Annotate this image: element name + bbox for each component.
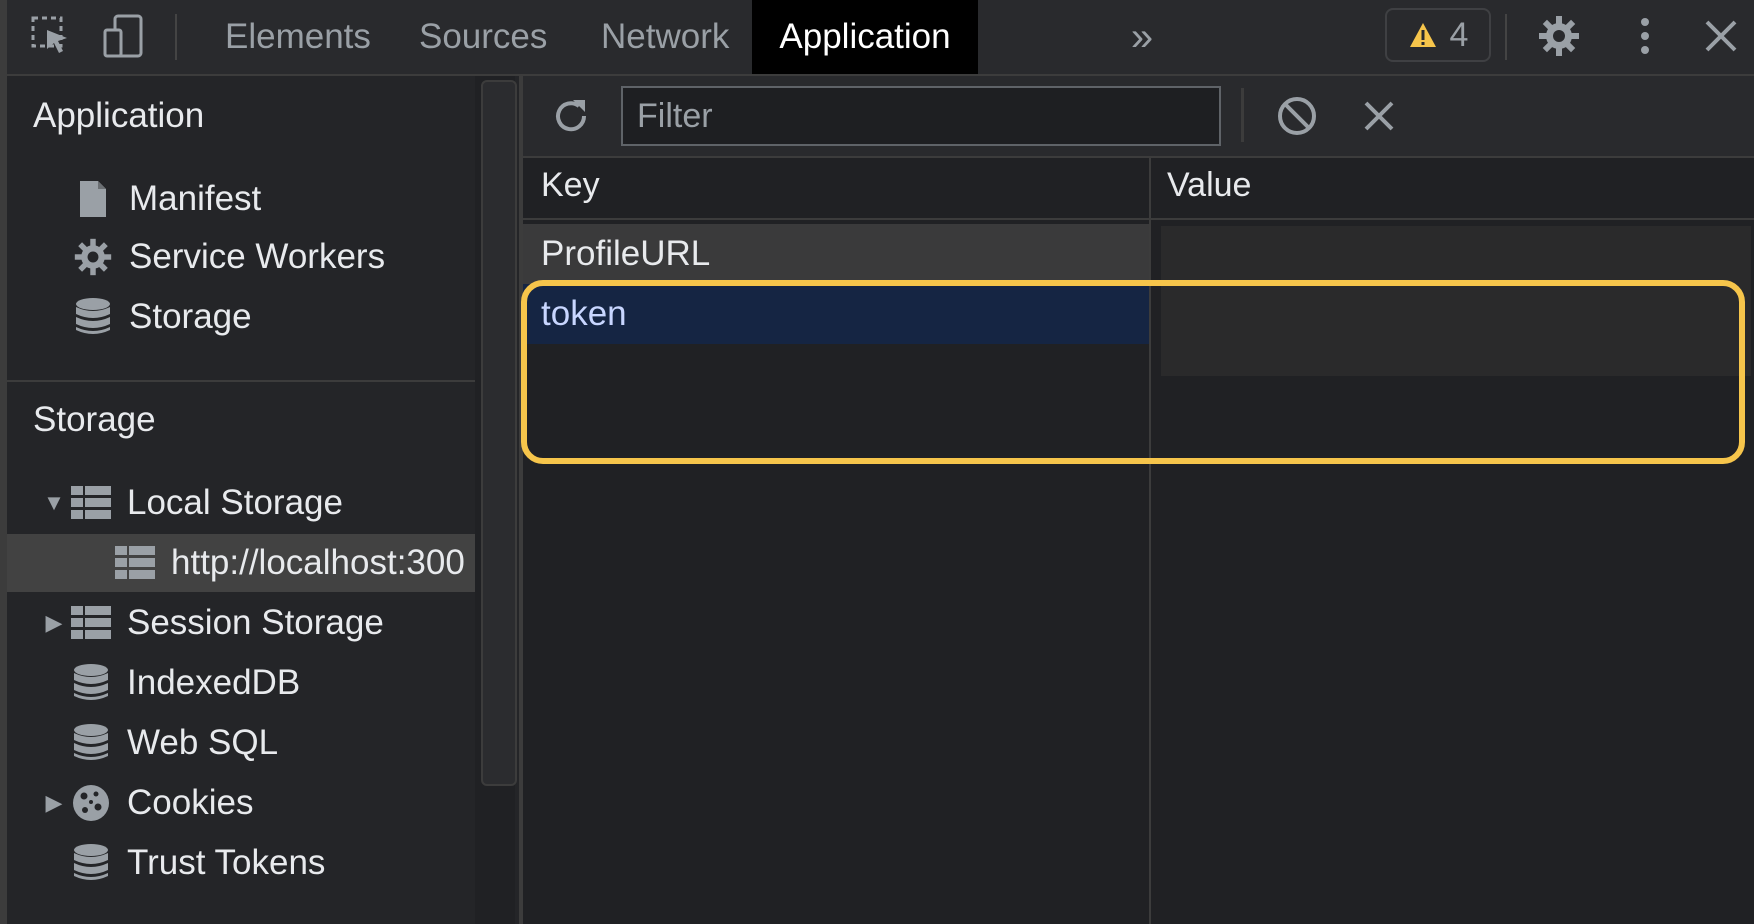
table-header: Key Value bbox=[523, 158, 1754, 220]
column-header-key[interactable]: Key bbox=[541, 166, 600, 205]
sidebar-item-label: Session Storage bbox=[127, 603, 384, 642]
warnings-badge[interactable]: 4 bbox=[1385, 8, 1491, 62]
table-grid-icon bbox=[113, 541, 157, 585]
tab-sources[interactable]: Sources bbox=[385, 0, 581, 74]
sidebar-item-cookies[interactable]: ▶ Cookies bbox=[7, 774, 475, 832]
database-icon bbox=[69, 841, 113, 885]
cookie-icon bbox=[69, 781, 113, 825]
storage-toolbar: Filter bbox=[523, 76, 1754, 158]
sidebar-item-session-storage[interactable]: ▶ Session Storage bbox=[7, 594, 475, 652]
column-header-value[interactable]: Value bbox=[1167, 166, 1251, 205]
storage-view-panel: Filter Key Value ProfileURL token bbox=[521, 76, 1754, 924]
sidebar-item-service-workers[interactable]: Service Workers bbox=[7, 228, 475, 286]
table-row[interactable]: ProfileURL bbox=[523, 224, 1149, 284]
inspect-element-icon[interactable] bbox=[27, 12, 75, 60]
toolbar-divider bbox=[175, 14, 177, 60]
collapsed-arrow-icon[interactable]: ▶ bbox=[39, 610, 69, 636]
sidebar-item-label: http://localhost:300 bbox=[171, 543, 465, 582]
sidebar-item-label: Cookies bbox=[127, 783, 254, 822]
sidebar-item-local-origin[interactable]: http://localhost:300 bbox=[7, 534, 475, 592]
settings-gear-icon[interactable] bbox=[1535, 12, 1583, 60]
gear-icon bbox=[71, 235, 115, 279]
sidebar-item-label: Local Storage bbox=[127, 483, 343, 522]
sidebar-item-label: Web SQL bbox=[127, 723, 279, 762]
database-icon bbox=[71, 295, 115, 339]
warning-count: 4 bbox=[1449, 15, 1469, 54]
close-devtools-icon[interactable] bbox=[1697, 12, 1745, 60]
database-icon bbox=[69, 721, 113, 765]
sidebar-item-manifest[interactable]: Manifest bbox=[7, 170, 475, 228]
sidebar-item-trust-tokens[interactable]: Trust Tokens bbox=[7, 834, 475, 892]
row-key: ProfileURL bbox=[541, 234, 711, 273]
expanded-arrow-icon[interactable]: ▼ bbox=[39, 490, 69, 516]
refresh-icon[interactable] bbox=[547, 92, 595, 140]
sidebar-scrollbar-thumb[interactable] bbox=[481, 80, 517, 786]
tab-network[interactable]: Network bbox=[567, 0, 763, 74]
sidebar-section-application: Application bbox=[33, 96, 205, 135]
sidebar-item-storage[interactable]: Storage bbox=[7, 288, 475, 346]
sidebar-item-label: Manifest bbox=[129, 179, 262, 218]
more-tabs-button[interactable]: » bbox=[1117, 0, 1167, 74]
highlight-annotation-box bbox=[521, 280, 1745, 464]
sidebar-item-web-sql[interactable]: Web SQL bbox=[7, 714, 475, 772]
tab-application[interactable]: Application bbox=[752, 0, 978, 74]
sidebar-item-indexeddb[interactable]: IndexedDB bbox=[7, 654, 475, 712]
window-left-edge bbox=[0, 0, 7, 924]
collapsed-arrow-icon[interactable]: ▶ bbox=[39, 790, 69, 816]
document-icon bbox=[71, 177, 115, 221]
storage-table: Key Value ProfileURL token bbox=[521, 158, 1754, 924]
delete-selected-icon[interactable] bbox=[1355, 92, 1403, 140]
more-options-kebab-icon[interactable] bbox=[1621, 12, 1669, 60]
sidebar-section-storage: Storage bbox=[33, 400, 156, 439]
clear-all-icon[interactable] bbox=[1273, 92, 1321, 140]
sidebar-item-label: Trust Tokens bbox=[127, 843, 326, 882]
warning-icon bbox=[1409, 23, 1436, 47]
toolbar-divider bbox=[1505, 14, 1507, 60]
sidebar-item-local-storage[interactable]: ▼ Local Storage bbox=[7, 474, 475, 532]
device-toolbar-icon[interactable] bbox=[99, 12, 147, 60]
table-grid-icon bbox=[69, 601, 113, 645]
sidebar-item-label: IndexedDB bbox=[127, 663, 301, 702]
devtools-window: Elements Sources Network Application » 4… bbox=[7, 0, 1754, 924]
toolbar-divider bbox=[1241, 88, 1244, 142]
sidebar-item-label: Storage bbox=[129, 297, 252, 336]
table-grid-icon bbox=[69, 481, 113, 525]
database-icon bbox=[69, 661, 113, 705]
column-divider[interactable] bbox=[1149, 158, 1151, 924]
filter-input[interactable]: Filter bbox=[621, 86, 1221, 146]
sidebar-item-label: Service Workers bbox=[129, 237, 386, 276]
application-sidebar: Application Manifest Service Workers Sto… bbox=[7, 76, 475, 924]
devtools-toolbar: Elements Sources Network Application » 4 bbox=[7, 0, 1754, 76]
tab-elements[interactable]: Elements bbox=[191, 0, 405, 74]
sidebar-divider bbox=[7, 380, 475, 382]
